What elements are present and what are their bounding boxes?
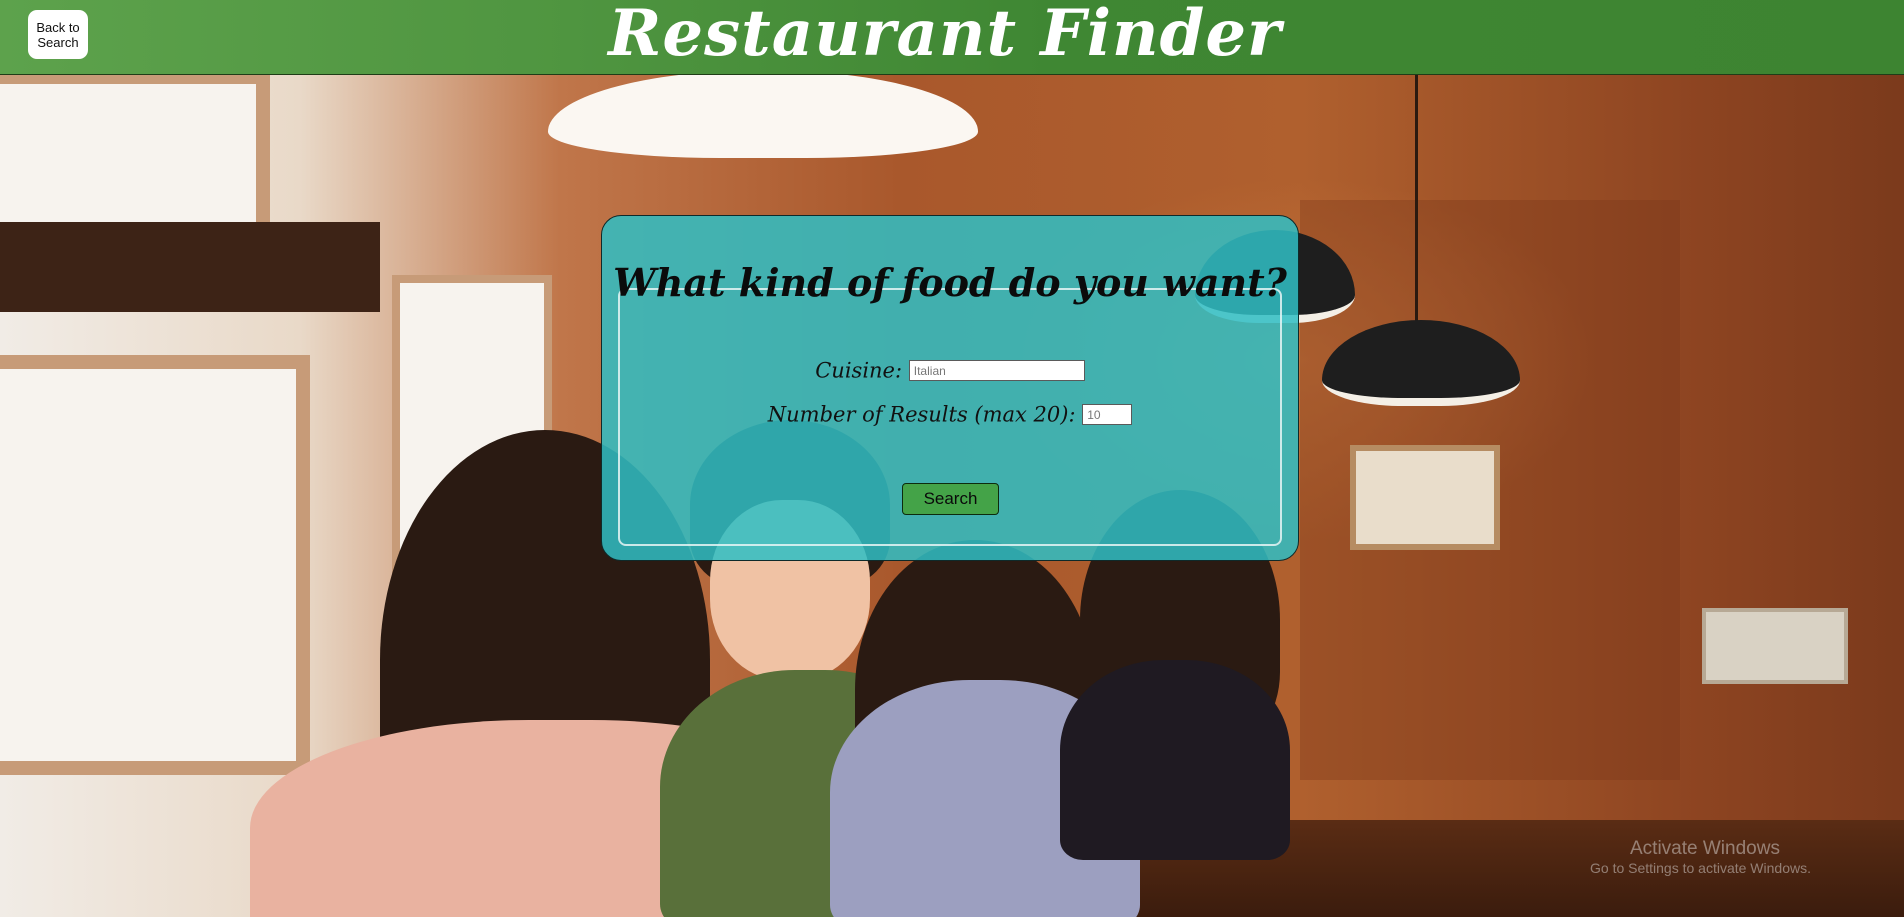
cuisine-input[interactable] bbox=[908, 360, 1085, 381]
wall-picture bbox=[1350, 445, 1500, 550]
results-row: Number of Results (max 20): bbox=[602, 401, 1298, 427]
watermark-subtitle: Go to Settings to activate Windows. bbox=[1590, 860, 1811, 876]
app-title: Restaurant Finder bbox=[608, 0, 1282, 71]
search-panel: What kind of food do you want? Cuisine: … bbox=[601, 215, 1299, 561]
window-lower bbox=[0, 355, 310, 775]
wall-switch-plate bbox=[1702, 608, 1848, 684]
search-button[interactable]: Search bbox=[902, 483, 999, 515]
results-label: Number of Results (max 20): bbox=[767, 402, 1076, 427]
results-count-input[interactable] bbox=[1082, 404, 1133, 425]
cuisine-label: Cuisine: bbox=[815, 358, 903, 383]
wall-beam bbox=[0, 222, 380, 312]
search-heading: What kind of food do you want? bbox=[602, 260, 1298, 305]
watermark-title: Activate Windows bbox=[1630, 838, 1780, 859]
activation-watermark: Activate Windows Go to Settings to activ… bbox=[1590, 838, 1811, 876]
search-heading-text: What kind of food do you want? bbox=[613, 260, 1287, 305]
cuisine-row: Cuisine: bbox=[602, 357, 1298, 383]
lamp-cord-right bbox=[1415, 75, 1418, 355]
window-upper bbox=[0, 70, 270, 240]
lamp-left bbox=[548, 70, 978, 158]
header-bar: Back to Search Restaurant Finder bbox=[0, 0, 1904, 75]
person-4-body bbox=[1060, 660, 1290, 860]
